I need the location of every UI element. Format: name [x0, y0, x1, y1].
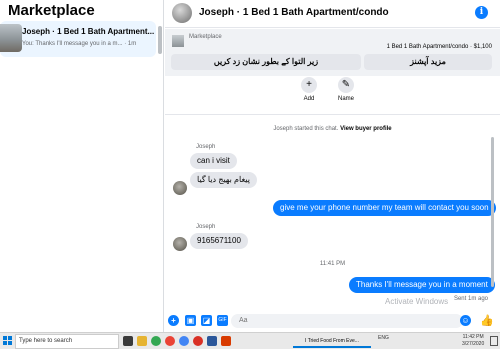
system-tray-language[interactable]: ENG: [378, 335, 389, 341]
message-input[interactable]: [231, 314, 463, 328]
messenger-window: Marketplace Joseph · 1 Bed 1 Bath Apartm…: [0, 0, 500, 332]
chrome-profile-icon[interactable]: [165, 336, 175, 346]
file-explorer-icon[interactable]: [137, 336, 147, 346]
divider: [165, 114, 500, 115]
pencil-icon: ✎: [338, 77, 354, 93]
conversation-preview: You: Thanks I'll message you in a m... ·…: [22, 41, 137, 47]
sidebar-scrollbar[interactable]: [158, 26, 162, 54]
task-view-icon[interactable]: [123, 336, 133, 346]
plus-icon[interactable]: +: [168, 315, 179, 326]
conversation-name: Joseph · 1 Bed 1 Bath Apartment...: [22, 27, 155, 36]
chat-header: Joseph · 1 Bed 1 Bath Apartment/condo i: [165, 0, 500, 28]
message-timestamp: 11:41 PM: [319, 261, 346, 267]
sender-name: Joseph: [196, 224, 216, 230]
opera-icon[interactable]: [193, 336, 203, 346]
word-icon[interactable]: [207, 336, 217, 346]
taskbar-window-button[interactable]: I Tried Food From Eve...: [293, 335, 371, 348]
conversation-sidebar: Marketplace Joseph · 1 Bed 1 Bath Apartm…: [0, 0, 164, 332]
system-message: Joseph started this chat. View buyer pro…: [165, 126, 500, 132]
add-label: Add: [303, 96, 315, 102]
clock-date: 3/27/2020: [462, 341, 485, 347]
activate-windows-watermark: Activate Windows: [385, 297, 449, 306]
marketplace-banner: Marketplace 1 Bed 1 Bath Apartment/condo…: [165, 29, 500, 76]
powerpoint-icon[interactable]: [221, 336, 231, 346]
info-icon[interactable]: i: [475, 6, 488, 19]
windows-start-icon[interactable]: [3, 336, 13, 346]
chrome-icon[interactable]: [151, 336, 161, 346]
marketplace-thumbnail: [172, 35, 184, 47]
add-person-icon: +: [301, 77, 317, 93]
sticker-icon[interactable]: ◪: [201, 315, 212, 326]
message-incoming[interactable]: پیغام بھیج دیا گیا: [190, 172, 257, 188]
notification-icon[interactable]: [490, 336, 498, 346]
sidebar-title: Marketplace: [8, 2, 95, 19]
contact-avatar[interactable]: [172, 3, 192, 23]
sender-avatar[interactable]: [173, 181, 187, 195]
windows-taskbar: Type here to search I Tried Food From Ev…: [0, 332, 500, 349]
message-thread: + Add ✎ Name Joseph started this chat. V…: [165, 77, 500, 310]
chat-title[interactable]: Joseph · 1 Bed 1 Bath Apartment/condo: [199, 7, 389, 18]
clock-time: 11:42 PM: [462, 334, 484, 340]
message-incoming[interactable]: can i visit: [190, 153, 237, 169]
emoji-icon[interactable]: ☺: [460, 315, 471, 326]
sender-name: Joseph: [196, 144, 216, 150]
taskbar-clock[interactable]: 11:42 PM 3/27/2020: [462, 334, 484, 348]
taskbar-search[interactable]: Type here to search: [15, 334, 119, 349]
name-label: Name: [337, 96, 354, 102]
thread-scrollbar[interactable]: [491, 137, 494, 287]
composer-bar: + ▣ ◪ GIF ☺ 👍: [165, 311, 500, 332]
message-outgoing[interactable]: Thanks I'll message you in a moment: [349, 277, 495, 293]
conversation-item-joseph[interactable]: Joseph · 1 Bed 1 Bath Apartment... You: …: [0, 21, 156, 57]
marketplace-label: Marketplace: [189, 34, 222, 40]
seen-status: Sent 1m ago: [453, 296, 488, 302]
gif-icon[interactable]: GIF: [217, 315, 228, 326]
listing-title-price[interactable]: 1 Bed 1 Bath Apartment/condo · $1,100: [387, 44, 492, 50]
sender-avatar[interactable]: [173, 237, 187, 251]
system-message-text: Joseph started this chat.: [273, 126, 339, 132]
view-buyer-profile-link[interactable]: View buyer profile: [340, 126, 392, 132]
message-incoming[interactable]: 9165671100: [190, 233, 248, 249]
add-action[interactable]: + Add: [291, 77, 327, 102]
mark-pending-button[interactable]: زیر التوا کے بطور نشان زد کریں: [171, 54, 361, 70]
chat-panel: Joseph · 1 Bed 1 Bath Apartment/condo i …: [165, 0, 500, 332]
image-icon[interactable]: ▣: [185, 315, 196, 326]
listing-thumbnail: [0, 24, 22, 52]
name-action[interactable]: ✎ Name: [328, 77, 364, 102]
thumbs-up-icon[interactable]: 👍: [480, 314, 494, 327]
browser-icon[interactable]: [179, 336, 189, 346]
message-outgoing[interactable]: give me your phone number my team will c…: [273, 200, 496, 216]
more-options-button[interactable]: مزید آپشنز: [364, 54, 492, 70]
